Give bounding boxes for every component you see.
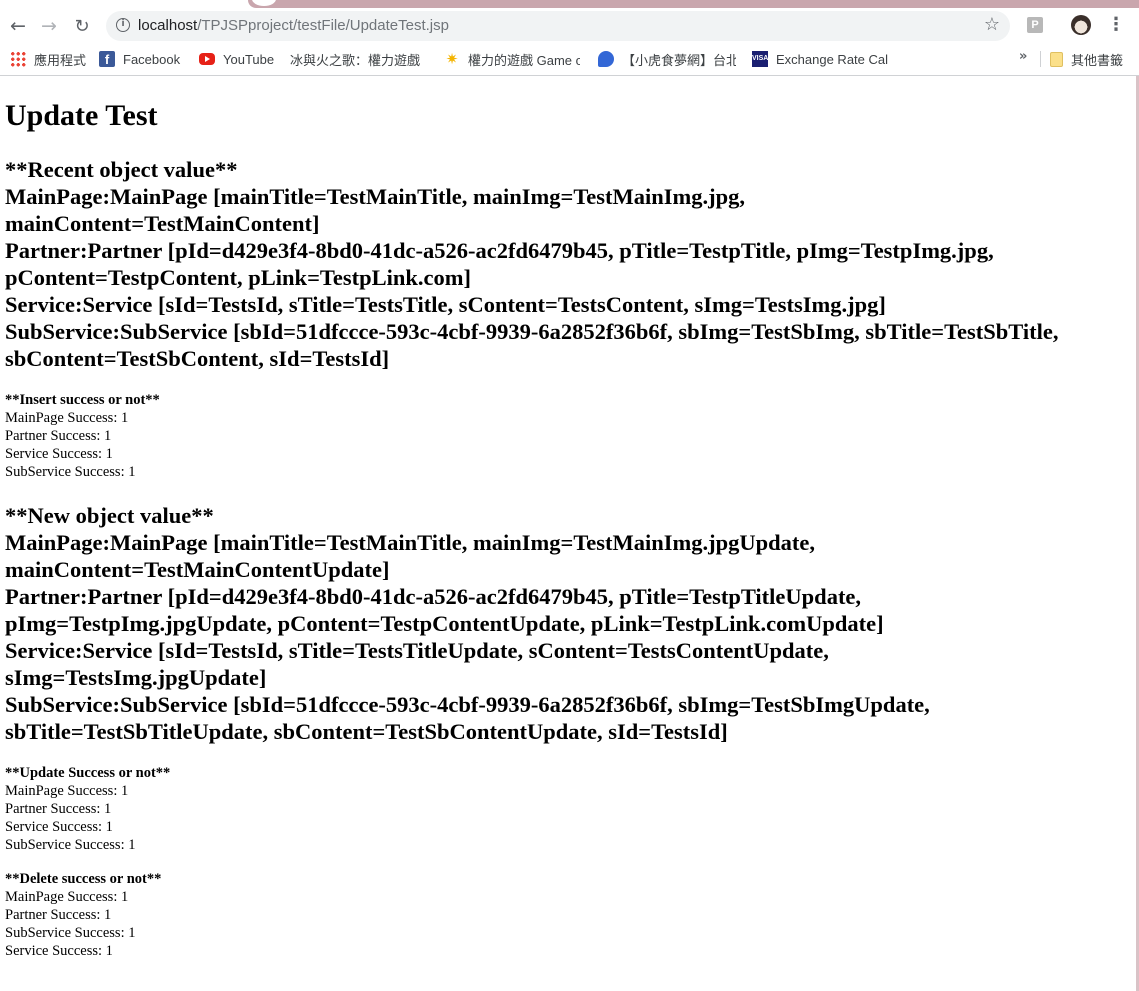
url-path: /TPJSPproject/testFile/UpdateTest.jsp bbox=[197, 17, 449, 34]
menu-icon[interactable]: ⋮ bbox=[1107, 15, 1125, 35]
bookmark-label: 應用程式 bbox=[34, 52, 86, 68]
bookmarks-overflow-icon[interactable]: » bbox=[1019, 49, 1027, 64]
new-section: **New object value** MainPage:MainPage [… bbox=[5, 502, 930, 745]
bookmark-got[interactable]: ✷ 權力的遊戲 Game of bbox=[444, 50, 580, 68]
bookmark-label: YouTube bbox=[223, 51, 275, 67]
update-line: SubService Success: 1 bbox=[5, 837, 136, 853]
update-line: MainPage Success: 1 bbox=[5, 783, 129, 799]
recent-line: Service:Service [sId=TestsId, sTitle=Tes… bbox=[5, 292, 886, 317]
recent-heading: **Recent object value** bbox=[5, 157, 238, 182]
apps-icon bbox=[10, 51, 26, 67]
new-heading: **New object value** bbox=[5, 503, 214, 528]
new-line: sImg=TestsImg.jpgUpdate] bbox=[5, 665, 267, 690]
bookmark-got-wiki[interactable]: 冰與火之歌：權力遊戲 bbox=[290, 50, 428, 68]
folder-icon bbox=[1050, 51, 1063, 67]
insert-line: Partner Success: 1 bbox=[5, 428, 112, 444]
page-title: Update Test bbox=[5, 99, 158, 132]
other-bookmarks-label: 其他書籤 bbox=[1071, 52, 1124, 68]
bookmark-exchange[interactable]: VISA Exchange Rate Calc bbox=[752, 50, 888, 68]
delete-heading: **Delete success or not** bbox=[5, 871, 162, 887]
insert-line: Service Success: 1 bbox=[5, 446, 113, 462]
reload-icon[interactable]: ↻ bbox=[70, 14, 94, 38]
bookmark-label: 權力的遊戲 Game of bbox=[468, 52, 580, 68]
delete-line: Service Success: 1 bbox=[5, 943, 113, 959]
active-tab-edge[interactable] bbox=[248, 0, 1139, 8]
facebook-icon: f bbox=[99, 51, 115, 67]
back-icon[interactable]: ← bbox=[6, 14, 30, 38]
new-line: Partner:Partner [pId=d429e3f4-8bd0-41dc-… bbox=[5, 584, 862, 609]
profile-avatar[interactable] bbox=[1071, 15, 1091, 35]
new-line: sbTitle=TestSbTitleUpdate, sbContent=Tes… bbox=[5, 719, 728, 744]
update-line: Partner Success: 1 bbox=[5, 801, 112, 817]
star-icon[interactable]: ☆ bbox=[984, 14, 1000, 35]
chat-icon bbox=[598, 51, 614, 67]
update-line: Service Success: 1 bbox=[5, 819, 113, 835]
bookmark-label: 【小虎食夢網】台北 bbox=[622, 52, 736, 68]
other-bookmarks[interactable]: 其他書籤 bbox=[1050, 50, 1130, 68]
recent-line: Partner:Partner [pId=d429e3f4-8bd0-41dc-… bbox=[5, 238, 994, 263]
insert-heading: **Insert success or not** bbox=[5, 392, 160, 408]
new-line: MainPage:MainPage [mainTitle=TestMainTit… bbox=[5, 530, 816, 555]
bookmark-label: Facebook bbox=[123, 51, 181, 67]
new-line: pImg=TestpImg.jpgUpdate, pContent=TestpC… bbox=[5, 611, 884, 636]
recent-section: **Recent object value** MainPage:MainPag… bbox=[5, 156, 1059, 372]
extension-icon[interactable]: P bbox=[1027, 17, 1043, 33]
bookmark-youtube[interactable]: YouTube bbox=[199, 50, 279, 68]
recent-line: sbContent=TestSbContent, sId=TestsId] bbox=[5, 346, 390, 371]
recent-line: pContent=TestpContent, pLink=TestpLink.c… bbox=[5, 265, 471, 290]
bookmarks-divider bbox=[1040, 51, 1041, 67]
bookmark-facebook[interactable]: f Facebook bbox=[99, 50, 185, 68]
browser-chrome: ← → ↻ i localhost/TPJSPproject/testFile/… bbox=[0, 0, 1139, 76]
new-line: Service:Service [sId=TestsId, sTitle=Tes… bbox=[5, 638, 829, 663]
forward-icon[interactable]: → bbox=[37, 14, 61, 38]
bookmark-food[interactable]: 【小虎食夢網】台北 bbox=[598, 50, 736, 68]
tab-strip bbox=[0, 0, 1139, 8]
sun-icon: ✷ bbox=[445, 50, 459, 68]
insert-line: SubService Success: 1 bbox=[5, 464, 136, 480]
delete-line: Partner Success: 1 bbox=[5, 907, 112, 923]
visa-icon: VISA bbox=[752, 51, 768, 67]
bookmark-label: 冰與火之歌：權力遊戲 bbox=[290, 52, 421, 68]
url-host: localhost bbox=[138, 17, 198, 34]
delete-line: MainPage Success: 1 bbox=[5, 889, 129, 905]
info-icon[interactable]: i bbox=[116, 18, 130, 32]
bookmark-apps[interactable]: 應用程式 bbox=[10, 50, 86, 68]
update-heading: **Update Success or not** bbox=[5, 765, 171, 781]
delete-section: **Delete success or not** MainPage Succe… bbox=[5, 870, 161, 960]
youtube-icon bbox=[199, 53, 215, 65]
bookmarks-bar: 應用程式 f Facebook YouTube 冰與火之歌：權力遊戲 ✷ 權力的… bbox=[0, 44, 1139, 74]
recent-line: mainContent=TestMainContent] bbox=[5, 211, 320, 236]
insert-line: MainPage Success: 1 bbox=[5, 410, 129, 426]
update-section: **Update Success or not** MainPage Succe… bbox=[5, 764, 170, 854]
recent-line: MainPage:MainPage [mainTitle=TestMainTit… bbox=[5, 184, 746, 209]
chrome-divider bbox=[0, 75, 1139, 76]
recent-line: SubService:SubService [sbId=51dfccce-593… bbox=[5, 319, 1059, 344]
delete-line: SubService Success: 1 bbox=[5, 925, 136, 941]
toolbar: ← → ↻ i localhost/TPJSPproject/testFile/… bbox=[0, 8, 1139, 44]
new-line: SubService:SubService [sbId=51dfccce-593… bbox=[5, 692, 930, 717]
url-text[interactable]: localhost/TPJSPproject/testFile/UpdateTe… bbox=[138, 17, 449, 34]
insert-section: **Insert success or not** MainPage Succe… bbox=[5, 391, 160, 481]
new-line: mainContent=TestMainContentUpdate] bbox=[5, 557, 390, 582]
bookmark-label: Exchange Rate Calc bbox=[776, 51, 888, 67]
address-bar[interactable]: i localhost/TPJSPproject/testFile/Update… bbox=[106, 11, 1010, 41]
